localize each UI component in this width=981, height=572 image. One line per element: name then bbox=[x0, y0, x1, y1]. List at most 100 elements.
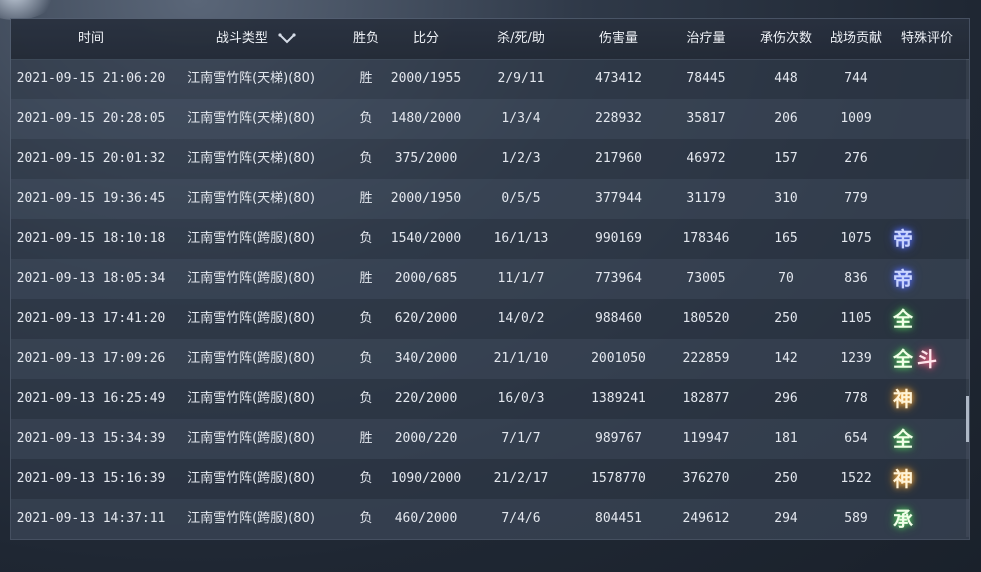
background-moon bbox=[0, 0, 60, 20]
special-rating: 神 bbox=[891, 463, 915, 495]
cell-damage: 989767 bbox=[595, 431, 642, 446]
cell-contrib: 778 bbox=[844, 391, 868, 406]
col-header-contrib: 战场贡献 bbox=[829, 31, 882, 46]
filter-chevron-icon[interactable] bbox=[278, 32, 296, 45]
cell-score: 220/2000 bbox=[394, 391, 458, 406]
cell-score: 2000/685 bbox=[394, 271, 458, 286]
special-rating: 全 bbox=[891, 423, 915, 455]
cell-kda: 11/1/7 bbox=[497, 271, 545, 286]
cell-type: 江南雪竹阵(天梯)(80) bbox=[187, 191, 315, 206]
cell-taken: 157 bbox=[774, 151, 798, 166]
cell-contrib: 779 bbox=[844, 191, 868, 206]
cell-kda: 21/2/17 bbox=[493, 471, 549, 486]
cell-taken: 310 bbox=[774, 191, 798, 206]
cell-taken: 165 bbox=[774, 231, 798, 246]
special-rating: 全 bbox=[891, 303, 915, 335]
cell-kda: 7/4/6 bbox=[501, 511, 541, 526]
table-row[interactable]: 2021-09-15 20:28:05 江南雪竹阵(天梯)(80) 负 1480/20… bbox=[11, 99, 969, 139]
cell-heal: 31179 bbox=[686, 191, 726, 206]
col-header-kda: 杀/死/助 bbox=[497, 31, 545, 46]
cell-kda: 21/1/10 bbox=[493, 351, 549, 366]
table-row[interactable]: 2021-09-15 20:01:32 江南雪竹阵(天梯)(80) 负 375/200… bbox=[11, 139, 969, 179]
rating-badge: 承 bbox=[893, 507, 913, 531]
table-row[interactable]: 2021-09-13 17:41:20 江南雪竹阵(跨服)(80) 负 620/200… bbox=[11, 299, 969, 339]
cell-score: 1090/2000 bbox=[390, 471, 462, 486]
cell-type: 江南雪竹阵(跨服)(80) bbox=[187, 351, 315, 366]
cell-heal: 119947 bbox=[682, 431, 730, 446]
cell-taken: 181 bbox=[774, 431, 798, 446]
cell-taken: 250 bbox=[774, 471, 798, 486]
cell-kda: 2/9/11 bbox=[497, 71, 545, 86]
col-header-score: 比分 bbox=[412, 31, 439, 46]
cell-type: 江南雪竹阵(天梯)(80) bbox=[187, 151, 315, 166]
table-row[interactable]: 2021-09-15 18:10:18 江南雪竹阵(跨服)(80) 负 1540/20… bbox=[11, 219, 969, 259]
special-rating: 承 bbox=[891, 503, 915, 535]
cell-damage: 773964 bbox=[595, 271, 642, 286]
cell-score: 340/2000 bbox=[394, 351, 458, 366]
col-header-taken: 承伤次数 bbox=[759, 31, 812, 46]
cell-taken: 448 bbox=[774, 71, 798, 86]
cell-heal: 78445 bbox=[686, 71, 726, 86]
scrollbar-thumb[interactable] bbox=[966, 396, 969, 442]
cell-kda: 1/3/4 bbox=[501, 111, 541, 126]
cell-time: 2021-09-13 16:25:49 bbox=[16, 391, 166, 406]
cell-taken: 70 bbox=[778, 271, 794, 286]
col-header-heal: 治疗量 bbox=[686, 31, 726, 46]
rating-badge: 斗 bbox=[917, 347, 937, 371]
table-row[interactable]: 2021-09-13 16:25:49 江南雪竹阵(跨服)(80) 负 220/200… bbox=[11, 379, 969, 419]
table-row[interactable]: 2021-09-13 17:09:26 江南雪竹阵(跨服)(80) 负 340/200… bbox=[11, 339, 969, 379]
cell-kda: 1/2/3 bbox=[501, 151, 541, 166]
cell-kda: 7/1/7 bbox=[501, 431, 541, 446]
cell-time: 2021-09-15 19:36:45 bbox=[16, 191, 166, 206]
table-row[interactable]: 2021-09-13 15:34:39 江南雪竹阵(跨服)(80) 胜 2000/22… bbox=[11, 419, 969, 459]
cell-damage: 1389241 bbox=[591, 391, 646, 406]
cell-time: 2021-09-13 14:37:11 bbox=[16, 511, 166, 526]
table-row[interactable]: 2021-09-13 14:37:11 江南雪竹阵(跨服)(80) 负 460/200… bbox=[11, 499, 969, 539]
cell-damage: 473412 bbox=[595, 71, 642, 86]
cell-time: 2021-09-13 18:05:34 bbox=[16, 271, 166, 286]
table-row[interactable]: 2021-09-13 15:16:39 江南雪竹阵(跨服)(80) 负 1090/20… bbox=[11, 459, 969, 499]
cell-score: 375/2000 bbox=[394, 151, 458, 166]
col-header-type-label: 战斗类型 bbox=[215, 31, 268, 46]
table-header: 时间 战斗类型 胜负 比分 杀/死/助 伤害量 治疗量 承伤次数 战场贡献 特殊… bbox=[11, 19, 969, 60]
cell-score: 2000/220 bbox=[394, 431, 458, 446]
rating-badge: 全 bbox=[893, 427, 913, 451]
cell-taken: 296 bbox=[774, 391, 798, 406]
cell-kda: 0/5/5 bbox=[501, 191, 541, 206]
cell-time: 2021-09-13 17:41:20 bbox=[16, 311, 166, 326]
rating-badge: 全 bbox=[893, 347, 913, 371]
cell-heal: 180520 bbox=[682, 311, 730, 326]
cell-time: 2021-09-15 18:10:18 bbox=[16, 231, 166, 246]
col-header-rating: 特殊评价 bbox=[900, 31, 953, 46]
scrollbar[interactable] bbox=[966, 59, 969, 537]
rating-badge: 帝 bbox=[893, 267, 913, 291]
cell-type: 江南雪竹阵(天梯)(80) bbox=[187, 111, 315, 126]
special-rating: 全斗 bbox=[891, 343, 939, 375]
cell-contrib: 836 bbox=[844, 271, 868, 286]
cell-type: 江南雪竹阵(天梯)(80) bbox=[187, 71, 315, 86]
col-header-type[interactable]: 战斗类型 bbox=[171, 19, 341, 59]
table-row[interactable]: 2021-09-15 19:36:45 江南雪竹阵(天梯)(80) 胜 2000/19… bbox=[11, 179, 969, 219]
battle-record-panel: 时间 战斗类型 胜负 比分 杀/死/助 伤害量 治疗量 承伤次数 战场贡献 特殊… bbox=[10, 18, 970, 540]
table-row[interactable]: 2021-09-15 21:06:20 江南雪竹阵(天梯)(80) 胜 2000/19… bbox=[11, 59, 969, 99]
cell-heal: 222859 bbox=[682, 351, 730, 366]
cell-time: 2021-09-15 20:28:05 bbox=[16, 111, 166, 126]
cell-time: 2021-09-13 17:09:26 bbox=[16, 351, 166, 366]
cell-time: 2021-09-15 21:06:20 bbox=[16, 71, 166, 86]
cell-contrib: 276 bbox=[844, 151, 868, 166]
cell-kda: 16/1/13 bbox=[493, 231, 549, 246]
cell-heal: 35817 bbox=[686, 111, 726, 126]
cell-taken: 250 bbox=[774, 311, 798, 326]
cell-type: 江南雪竹阵(跨服)(80) bbox=[187, 431, 315, 446]
rating-badge: 帝 bbox=[893, 227, 913, 251]
cell-score: 1540/2000 bbox=[390, 231, 462, 246]
cell-score: 2000/1955 bbox=[390, 71, 462, 86]
cell-time: 2021-09-13 15:16:39 bbox=[16, 471, 166, 486]
rating-badge: 神 bbox=[893, 467, 913, 491]
table-row[interactable]: 2021-09-13 18:05:34 江南雪竹阵(跨服)(80) 胜 2000/68… bbox=[11, 259, 969, 299]
rating-badge: 神 bbox=[893, 387, 913, 411]
cell-contrib: 1239 bbox=[840, 351, 872, 366]
cell-type: 江南雪竹阵(跨服)(80) bbox=[187, 311, 315, 326]
cell-contrib: 1105 bbox=[840, 311, 872, 326]
rating-badge: 全 bbox=[893, 307, 913, 331]
